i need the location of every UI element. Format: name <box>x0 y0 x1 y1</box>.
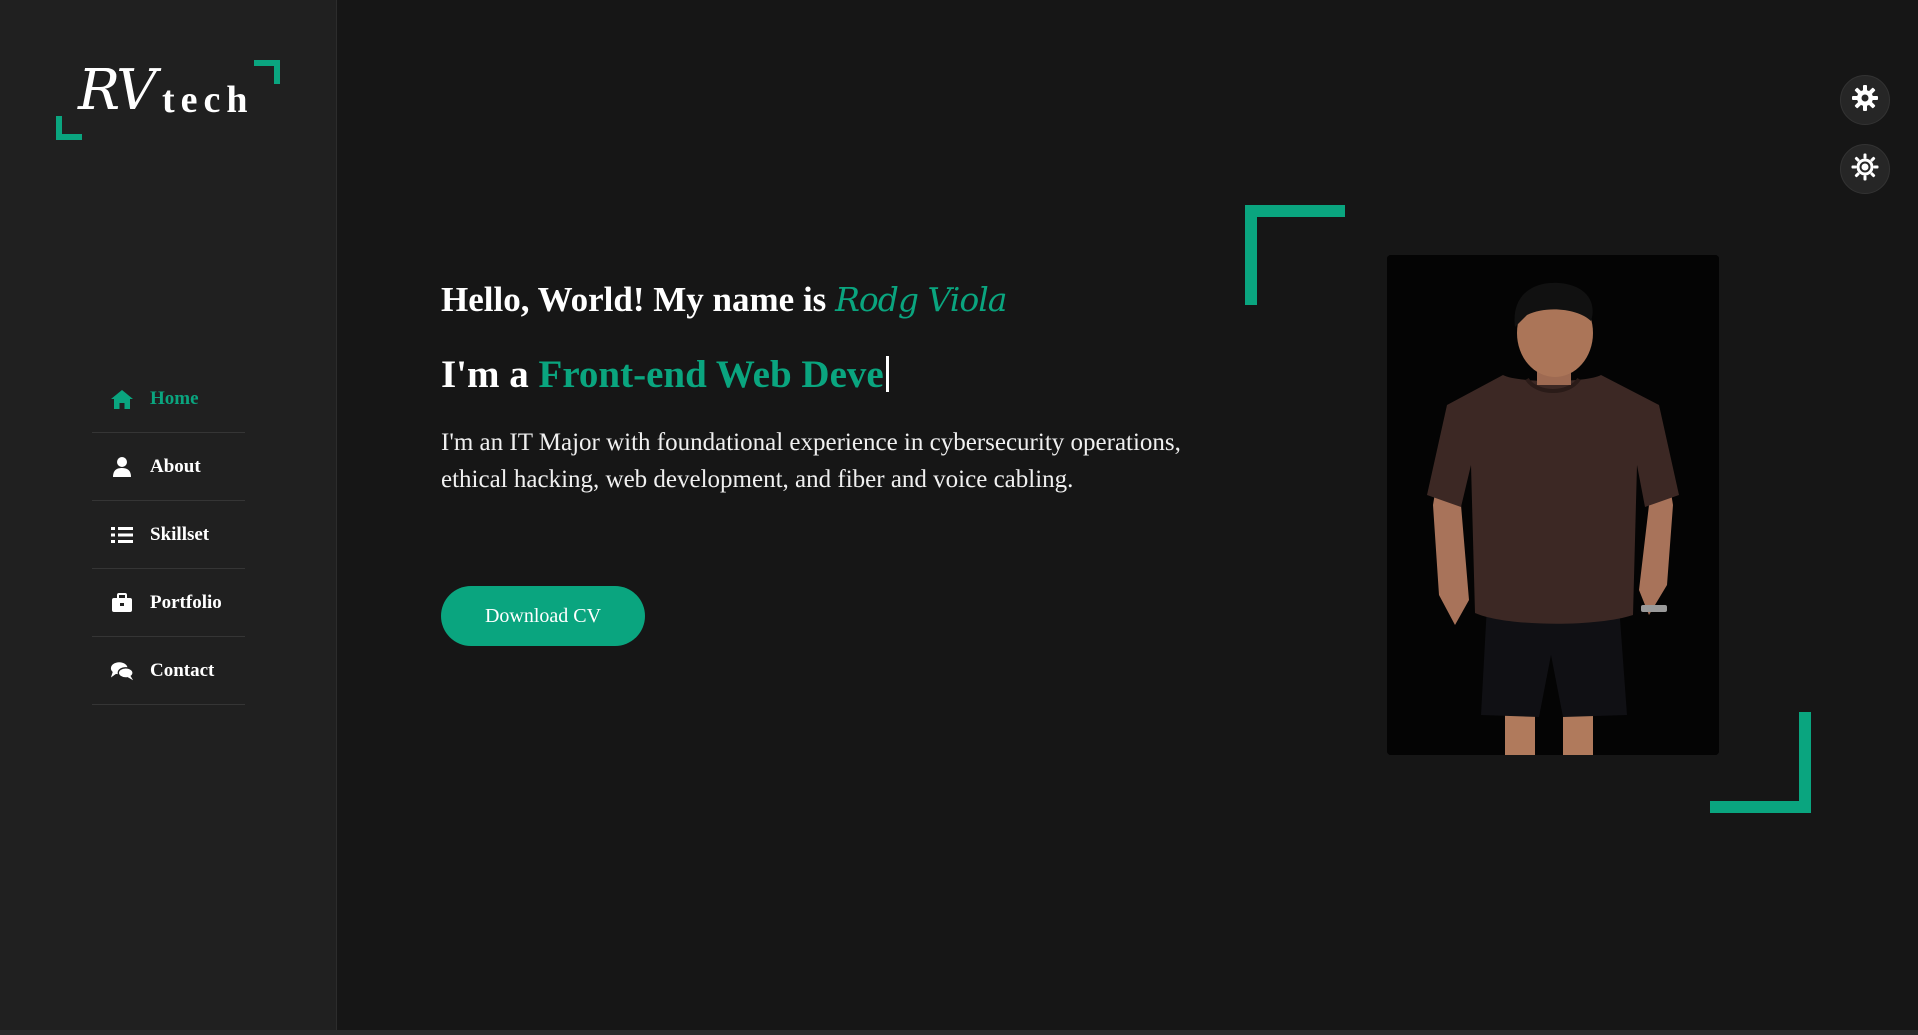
hero-name: Rodg Viola <box>835 280 1007 319</box>
nav-label-home: Home <box>150 387 199 409</box>
hero-greeting: Hello, World! My name is Rodg Viola <box>441 280 1007 320</box>
nav-item-home[interactable]: Home <box>92 365 245 433</box>
logo-initials: RV <box>78 58 157 123</box>
profile-photo-illustration <box>1387 255 1719 755</box>
home-icon <box>110 388 134 410</box>
sidebar: RV tech Home About Skillset Portfolio Co… <box>0 0 337 1030</box>
logo-word: tech <box>162 79 254 121</box>
photo-frame-bottom-right <box>1710 712 1811 813</box>
sun-gear-icon <box>1851 153 1879 186</box>
settings-button[interactable] <box>1840 75 1890 125</box>
download-cv-button[interactable]: Download CV <box>441 586 645 646</box>
hero-greeting-text: Hello, World! My name is <box>441 280 836 319</box>
list-icon <box>110 524 134 546</box>
logo-corner-top-right <box>254 60 280 84</box>
nav-label-contact: Contact <box>150 659 215 681</box>
typing-cursor <box>885 356 889 392</box>
hero-description: I'm an IT Major with foundational experi… <box>441 429 1181 493</box>
profile-photo <box>1387 255 1719 755</box>
nav-label-skillset: Skillset <box>150 523 210 545</box>
nav-item-contact[interactable]: Contact <box>92 637 245 705</box>
nav-label-portfolio: Portfolio <box>150 591 222 613</box>
briefcase-icon <box>110 592 134 614</box>
hero-role: I'm a Front-end Web Deve <box>441 352 889 397</box>
page-bottom-edge <box>0 1030 1918 1035</box>
nav-item-portfolio[interactable]: Portfolio <box>92 569 245 637</box>
user-icon <box>110 456 134 478</box>
gear-icon <box>1851 84 1879 117</box>
nav-label-about: About <box>150 455 201 477</box>
comments-icon <box>110 660 134 682</box>
photo-frame-top-left <box>1245 205 1345 305</box>
main-nav: Home About Skillset Portfolio Contact <box>92 365 245 705</box>
nav-item-skillset[interactable]: Skillset <box>92 501 245 569</box>
theme-toggle-button[interactable] <box>1840 144 1890 194</box>
nav-item-about[interactable]: About <box>92 433 245 501</box>
hero-role-typed: Front-end Web Deve <box>538 353 884 396</box>
hero-role-prefix: I'm a <box>441 353 539 396</box>
logo[interactable]: RV tech <box>56 56 280 140</box>
